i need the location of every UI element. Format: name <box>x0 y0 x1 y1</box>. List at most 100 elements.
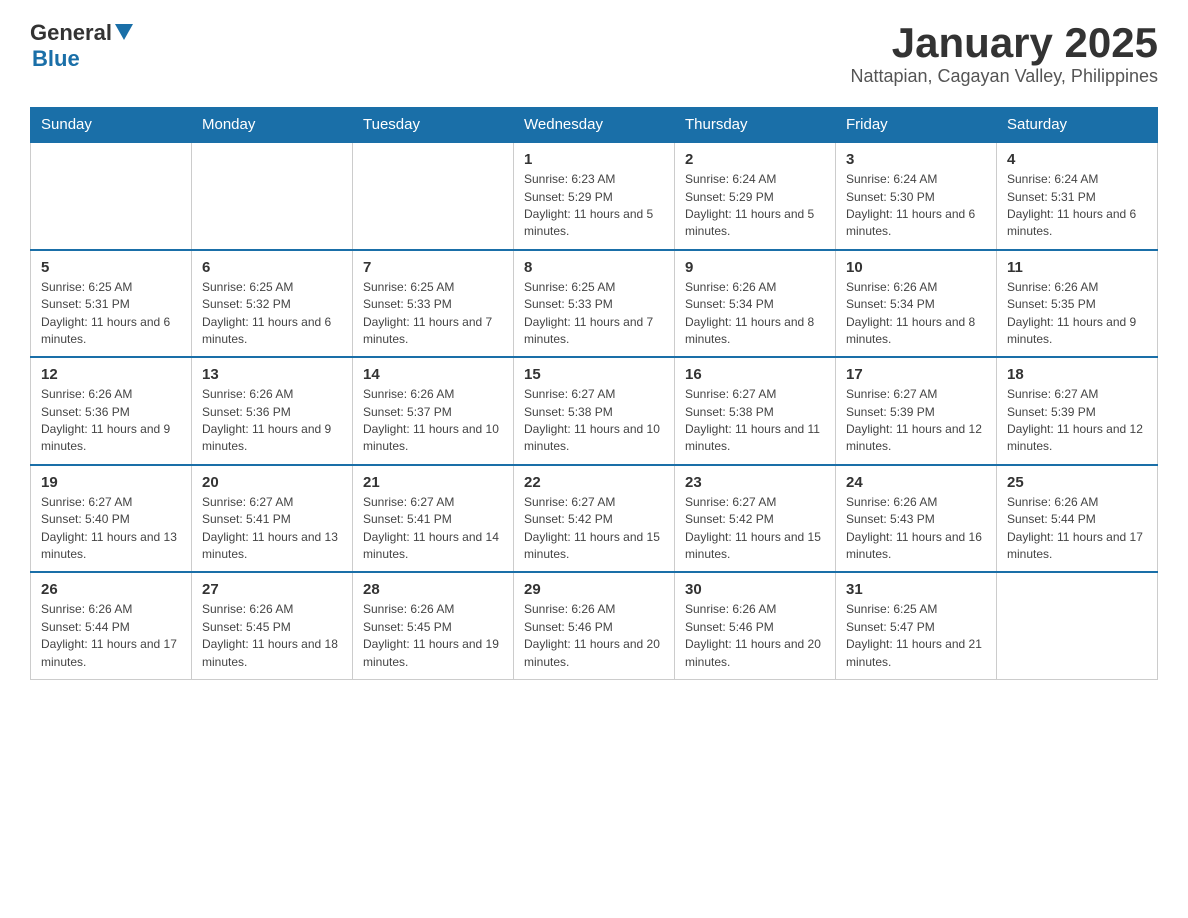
day-number: 12 <box>41 366 181 383</box>
calendar-cell: 28 Sunrise: 6:26 AM Sunset: 5:45 PM Dayli… <box>353 572 514 679</box>
day-info: Sunrise: 6:26 AM Sunset: 5:44 PM Dayligh… <box>1007 494 1147 564</box>
day-info: Sunrise: 6:27 AM Sunset: 5:42 PM Dayligh… <box>524 494 664 564</box>
calendar-cell <box>192 142 353 250</box>
day-info: Sunrise: 6:26 AM Sunset: 5:46 PM Dayligh… <box>524 601 664 671</box>
calendar-cell: 4Sunrise: 6:24 AM Sunset: 5:31 PM Daylig… <box>997 142 1158 250</box>
calendar-cell: 25 Sunrise: 6:26 AM Sunset: 5:44 PM Dayli… <box>997 465 1158 573</box>
day-info: Sunrise: 6:27 AM Sunset: 5:41 PM Dayligh… <box>202 494 342 564</box>
col-header-wednesday: Wednesday <box>514 108 675 143</box>
calendar-cell <box>997 572 1158 679</box>
day-info: Sunrise: 6:27 AM Sunset: 5:41 PM Dayligh… <box>363 494 503 564</box>
day-number: 3 <box>846 151 986 168</box>
day-info: Sunrise: 6:26 AM Sunset: 5:44 PM Dayligh… <box>41 601 181 671</box>
day-info: Sunrise: 6:25 AM Sunset: 5:33 PM Dayligh… <box>524 279 664 349</box>
day-number: 15 <box>524 366 664 383</box>
day-number: 11 <box>1007 259 1147 276</box>
day-number: 9 <box>685 259 825 276</box>
calendar-subtitle: Nattapian, Cagayan Valley, Philippines <box>850 66 1158 87</box>
calendar-table: SundayMondayTuesdayWednesdayThursdayFrid… <box>30 107 1158 680</box>
day-info: Sunrise: 6:26 AM Sunset: 5:34 PM Dayligh… <box>685 279 825 349</box>
col-header-saturday: Saturday <box>997 108 1158 143</box>
logo: General Blue <box>30 20 133 72</box>
day-info: Sunrise: 6:26 AM Sunset: 5:36 PM Dayligh… <box>41 386 181 456</box>
day-number: 6 <box>202 259 342 276</box>
day-number: 17 <box>846 366 986 383</box>
day-number: 13 <box>202 366 342 383</box>
day-number: 8 <box>524 259 664 276</box>
calendar-cell: 3 Sunrise: 6:24 AM Sunset: 5:30 PM Daylig… <box>836 142 997 250</box>
calendar-week-row: 5 Sunrise: 6:25 AM Sunset: 5:31 PM Daylig… <box>31 250 1158 358</box>
day-info: Sunrise: 6:25 AM Sunset: 5:33 PM Dayligh… <box>363 279 503 349</box>
calendar-cell: 16 Sunrise: 6:27 AM Sunset: 5:38 PM Dayli… <box>675 357 836 465</box>
day-number: 18 <box>1007 366 1147 383</box>
calendar-title: January 2025 <box>850 20 1158 66</box>
calendar-cell: 12 Sunrise: 6:26 AM Sunset: 5:36 PM Dayli… <box>31 357 192 465</box>
day-info: Sunrise: 6:27 AM Sunset: 5:38 PM Dayligh… <box>685 386 825 456</box>
col-header-tuesday: Tuesday <box>353 108 514 143</box>
day-number: 31 <box>846 581 986 598</box>
logo-arrow-icon <box>115 24 133 45</box>
day-number: 30 <box>685 581 825 598</box>
page-header: General Blue January 2025 Nattapian, Cag… <box>30 20 1158 87</box>
day-number: 19 <box>41 474 181 491</box>
day-number: 25 <box>1007 474 1147 491</box>
day-info: Sunrise: 6:26 AM Sunset: 5:37 PM Dayligh… <box>363 386 503 456</box>
calendar-cell: 6Sunrise: 6:25 AM Sunset: 5:32 PM Daylig… <box>192 250 353 358</box>
day-number: 2 <box>685 151 825 168</box>
day-info: Sunrise: 6:27 AM Sunset: 5:39 PM Dayligh… <box>846 386 986 456</box>
day-info: Sunrise: 6:26 AM Sunset: 5:34 PM Dayligh… <box>846 279 986 349</box>
col-header-monday: Monday <box>192 108 353 143</box>
calendar-cell: 29 Sunrise: 6:26 AM Sunset: 5:46 PM Dayli… <box>514 572 675 679</box>
day-number: 1 <box>524 151 664 168</box>
calendar-cell: 7 Sunrise: 6:25 AM Sunset: 5:33 PM Daylig… <box>353 250 514 358</box>
calendar-cell: 9 Sunrise: 6:26 AM Sunset: 5:34 PM Daylig… <box>675 250 836 358</box>
calendar-week-row: 12 Sunrise: 6:26 AM Sunset: 5:36 PM Dayli… <box>31 357 1158 465</box>
day-number: 14 <box>363 366 503 383</box>
calendar-cell: 21 Sunrise: 6:27 AM Sunset: 5:41 PM Dayli… <box>353 465 514 573</box>
calendar-cell: 26 Sunrise: 6:26 AM Sunset: 5:44 PM Dayli… <box>31 572 192 679</box>
calendar-cell: 11 Sunrise: 6:26 AM Sunset: 5:35 PM Dayli… <box>997 250 1158 358</box>
day-info: Sunrise: 6:26 AM Sunset: 5:35 PM Dayligh… <box>1007 279 1147 349</box>
day-number: 24 <box>846 474 986 491</box>
calendar-header-row: SundayMondayTuesdayWednesdayThursdayFrid… <box>31 108 1158 143</box>
day-info: Sunrise: 6:25 AM Sunset: 5:31 PM Dayligh… <box>41 279 181 349</box>
calendar-cell <box>353 142 514 250</box>
day-info: Sunrise: 6:26 AM Sunset: 5:45 PM Dayligh… <box>363 601 503 671</box>
calendar-cell: 15Sunrise: 6:27 AM Sunset: 5:38 PM Dayli… <box>514 357 675 465</box>
calendar-cell: 17 Sunrise: 6:27 AM Sunset: 5:39 PM Dayli… <box>836 357 997 465</box>
calendar-cell: 20Sunrise: 6:27 AM Sunset: 5:41 PM Dayli… <box>192 465 353 573</box>
day-number: 29 <box>524 581 664 598</box>
logo-blue: Blue <box>32 46 80 72</box>
day-number: 7 <box>363 259 503 276</box>
calendar-cell: 5 Sunrise: 6:25 AM Sunset: 5:31 PM Daylig… <box>31 250 192 358</box>
day-number: 10 <box>846 259 986 276</box>
day-number: 22 <box>524 474 664 491</box>
day-number: 21 <box>363 474 503 491</box>
calendar-cell: 1Sunrise: 6:23 AM Sunset: 5:29 PM Daylig… <box>514 142 675 250</box>
calendar-cell: 10 Sunrise: 6:26 AM Sunset: 5:34 PM Dayli… <box>836 250 997 358</box>
calendar-cell: 8 Sunrise: 6:25 AM Sunset: 5:33 PM Daylig… <box>514 250 675 358</box>
calendar-cell: 18 Sunrise: 6:27 AM Sunset: 5:39 PM Dayli… <box>997 357 1158 465</box>
calendar-cell: 24 Sunrise: 6:26 AM Sunset: 5:43 PM Dayli… <box>836 465 997 573</box>
day-info: Sunrise: 6:24 AM Sunset: 5:30 PM Dayligh… <box>846 171 986 241</box>
calendar-week-row: 26 Sunrise: 6:26 AM Sunset: 5:44 PM Dayli… <box>31 572 1158 679</box>
day-number: 4 <box>1007 151 1147 168</box>
day-number: 28 <box>363 581 503 598</box>
day-number: 26 <box>41 581 181 598</box>
day-info: Sunrise: 6:26 AM Sunset: 5:43 PM Dayligh… <box>846 494 986 564</box>
day-number: 5 <box>41 259 181 276</box>
calendar-cell: 14 Sunrise: 6:26 AM Sunset: 5:37 PM Dayli… <box>353 357 514 465</box>
day-info: Sunrise: 6:24 AM Sunset: 5:29 PM Dayligh… <box>685 171 825 241</box>
logo-general: General <box>30 20 112 46</box>
day-number: 16 <box>685 366 825 383</box>
calendar-cell: 13Sunrise: 6:26 AM Sunset: 5:36 PM Dayli… <box>192 357 353 465</box>
title-block: January 2025 Nattapian, Cagayan Valley, … <box>850 20 1158 87</box>
calendar-cell: 19Sunrise: 6:27 AM Sunset: 5:40 PM Dayli… <box>31 465 192 573</box>
calendar-cell: 31 Sunrise: 6:25 AM Sunset: 5:47 PM Dayli… <box>836 572 997 679</box>
day-info: Sunrise: 6:27 AM Sunset: 5:39 PM Dayligh… <box>1007 386 1147 456</box>
day-info: Sunrise: 6:26 AM Sunset: 5:46 PM Dayligh… <box>685 601 825 671</box>
calendar-cell: 23Sunrise: 6:27 AM Sunset: 5:42 PM Dayli… <box>675 465 836 573</box>
col-header-friday: Friday <box>836 108 997 143</box>
day-info: Sunrise: 6:25 AM Sunset: 5:47 PM Dayligh… <box>846 601 986 671</box>
calendar-week-row: 19Sunrise: 6:27 AM Sunset: 5:40 PM Dayli… <box>31 465 1158 573</box>
